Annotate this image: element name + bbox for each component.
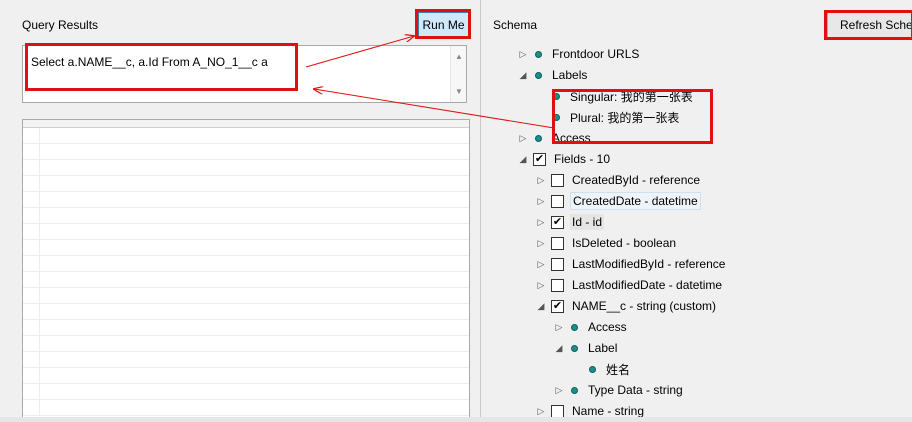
collapse-arrow-icon[interactable]: ◢: [535, 301, 547, 312]
bottom-strip: [0, 417, 912, 422]
tree-node-labels[interactable]: ◢ Labels: [517, 65, 589, 85]
scroll-down-icon[interactable]: ▼: [455, 87, 463, 96]
tree-node-name-label-value[interactable]: 姓名: [571, 359, 632, 379]
table-row: [23, 144, 469, 160]
tree-node-name-access[interactable]: ▷ Access: [553, 317, 629, 337]
property-dot-icon: [553, 92, 560, 100]
tree-node-label: CreatedById - reference: [572, 173, 701, 187]
field-checkbox[interactable]: [551, 173, 564, 187]
field-checkbox[interactable]: [551, 236, 564, 250]
expand-arrow-icon[interactable]: ▷: [535, 259, 547, 270]
tree-node-id[interactable]: ▷ ✔ Id - id: [535, 212, 605, 232]
table-row: [23, 336, 469, 352]
property-dot-icon: [535, 71, 542, 79]
property-dot-icon: [571, 344, 578, 352]
expand-arrow-icon[interactable]: ▷: [535, 280, 547, 291]
collapse-arrow-icon[interactable]: ◢: [553, 343, 565, 354]
tree-node-label: Access: [552, 131, 591, 145]
table-row: [23, 304, 469, 320]
results-grid[interactable]: [22, 119, 470, 419]
expand-arrow-icon[interactable]: ▷: [517, 49, 529, 60]
expand-arrow-icon[interactable]: ▷: [535, 238, 547, 249]
table-row: [23, 400, 469, 416]
collapse-arrow-icon[interactable]: ◢: [517, 70, 529, 81]
scroll-up-icon[interactable]: ▲: [455, 52, 463, 61]
table-row: [23, 128, 469, 144]
field-checkbox[interactable]: [551, 278, 564, 292]
expand-arrow-icon[interactable]: ▷: [535, 406, 547, 417]
tree-node-name-typedata[interactable]: ▷ Type Data - string: [553, 380, 685, 400]
tree-node-label: Plural: 我的第一张表: [570, 110, 680, 125]
tree-node-label: Id - id: [570, 214, 605, 230]
table-row: [23, 288, 469, 304]
tree-node-label: Fields - 10: [554, 152, 611, 166]
field-checkbox[interactable]: [551, 194, 564, 208]
expand-arrow-icon[interactable]: ▷: [535, 175, 547, 186]
tree-node-fields[interactable]: ◢ ✔ Fields - 10: [517, 149, 612, 169]
property-dot-icon: [535, 134, 542, 142]
query-results-panel: Query Results Run Me Select a.NAME__c, a…: [0, 0, 478, 422]
tree-node-name-label[interactable]: ◢ Label: [553, 338, 619, 358]
query-input[interactable]: Select a.NAME__c, a.Id From A_NO_1__c a …: [22, 45, 467, 103]
table-row: [23, 224, 469, 240]
query-scrollbar[interactable]: ▲ ▼: [450, 46, 466, 102]
tree-node-access[interactable]: ▷ Access: [517, 128, 593, 148]
property-dot-icon: [571, 323, 578, 331]
tree-node-plural[interactable]: Plural: 我的第一张表: [535, 107, 681, 127]
tree-node-label: Singular: 我的第一张表: [570, 89, 693, 104]
property-dot-icon: [589, 365, 596, 373]
tree-node-label: CreatedDate - datetime: [570, 192, 701, 210]
tree-node-label: 姓名: [606, 362, 631, 377]
expand-arrow-icon[interactable]: ▷: [517, 133, 529, 144]
tree-node-lastmodifiedbyid[interactable]: ▷ LastModifiedById - reference: [535, 254, 727, 274]
table-row: [23, 192, 469, 208]
table-row: [23, 256, 469, 272]
table-row: [23, 384, 469, 400]
tree-node-singular[interactable]: Singular: 我的第一张表: [535, 86, 695, 106]
expand-arrow-icon[interactable]: ▷: [553, 385, 565, 396]
tree-node-label: LastModifiedDate - datetime: [572, 278, 723, 292]
expand-arrow-icon[interactable]: ▷: [535, 196, 547, 207]
tree-node-label: Type Data - string: [588, 383, 683, 397]
expand-arrow-icon[interactable]: ▷: [553, 322, 565, 333]
table-row: [23, 160, 469, 176]
grid-header: [23, 120, 469, 128]
run-me-button[interactable]: Run Me: [418, 12, 469, 38]
query-results-title: Query Results: [22, 18, 99, 32]
tree-node-label: IsDeleted - boolean: [572, 236, 677, 250]
tree-node-label: NAME__c - string (custom): [572, 299, 717, 313]
tree-node-createdbyid[interactable]: ▷ CreatedById - reference: [535, 170, 702, 190]
field-checkbox[interactable]: [551, 404, 564, 418]
query-text: Select a.NAME__c, a.Id From A_NO_1__c a: [31, 55, 268, 69]
refresh-schema-button[interactable]: Refresh Schema: [827, 12, 912, 38]
table-row: [23, 240, 469, 256]
expand-arrow-icon[interactable]: ▷: [535, 217, 547, 228]
tree-node-frontdoor[interactable]: ▷ Frontdoor URLS: [517, 44, 641, 64]
field-checkbox[interactable]: [551, 257, 564, 271]
table-row: [23, 368, 469, 384]
table-row: [23, 176, 469, 192]
field-checkbox[interactable]: ✔: [551, 215, 564, 229]
field-checkbox[interactable]: ✔: [551, 299, 564, 313]
collapse-arrow-icon[interactable]: ◢: [517, 154, 529, 165]
table-row: [23, 320, 469, 336]
tree-node-label: Label: [588, 341, 618, 355]
tree-node-isdeleted[interactable]: ▷ IsDeleted - boolean: [535, 233, 678, 253]
tree-node-lastmodifieddate[interactable]: ▷ LastModifiedDate - datetime: [535, 275, 724, 295]
tree-node-name-c[interactable]: ◢ ✔ NAME__c - string (custom): [535, 296, 718, 316]
table-row: [23, 208, 469, 224]
schema-title: Schema: [493, 18, 538, 32]
tree-node-label: LastModifiedById - reference: [572, 257, 726, 271]
property-dot-icon: [553, 113, 560, 121]
table-row: [23, 352, 469, 368]
field-checkbox[interactable]: ✔: [533, 152, 546, 166]
property-dot-icon: [535, 50, 542, 58]
tree-node-label: Labels: [552, 68, 588, 82]
property-dot-icon: [571, 386, 578, 394]
tree-node-label: Access: [588, 320, 627, 334]
schema-panel: Schema Refresh Schema ▷ Frontdoor URLS ◢ La…: [480, 0, 912, 422]
tree-node-createddate[interactable]: ▷ CreatedDate - datetime: [535, 191, 701, 211]
table-row: [23, 272, 469, 288]
tree-node-label: Frontdoor URLS: [552, 47, 640, 61]
